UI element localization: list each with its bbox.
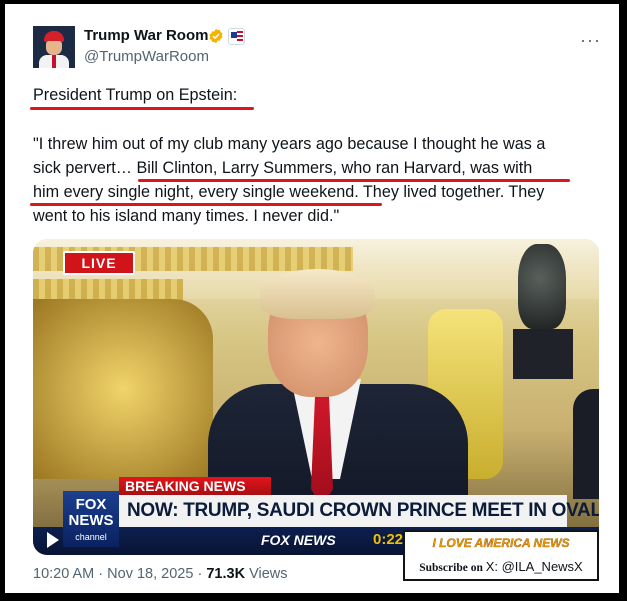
channel-overlay: I LOVE AMERICA NEWS Subscribe on X: @ILA…	[403, 530, 599, 581]
breaking-news-label: BREAKING NEWS	[119, 477, 271, 495]
tweet-body-line-2: sick pervert… Bill Clinton, Larry Summer…	[33, 159, 533, 177]
views-count: 71.3K	[206, 566, 246, 582]
video-player[interactable]: LIVE BREAKING NEWS NOW: TRUMP, SAUDI CRO…	[33, 239, 599, 555]
post-date[interactable]: Nov 18, 2025	[107, 566, 193, 582]
more-options-icon[interactable]: ···	[580, 30, 601, 51]
bust-statue	[518, 244, 566, 329]
overlay-title: I LOVE AMERICA NEWS	[432, 536, 570, 550]
tweet-body-line-4: went to his island many times. I never d…	[33, 207, 340, 225]
affiliation-flag-icon[interactable]	[228, 28, 245, 45]
overlay-subscribe: Subscribe on X: @ILA_NewsX	[419, 559, 583, 574]
post-time[interactable]: 10:20 AM	[33, 566, 94, 582]
play-icon[interactable]	[47, 532, 59, 548]
verified-badge-icon	[209, 28, 223, 44]
tweet-body-line-1: "I threw him out of my club many years a…	[33, 135, 546, 153]
headline-bar: NOW: TRUMP, SAUDI CROWN PRINCE MEET IN O…	[119, 495, 599, 527]
network-logo: FOX NEWS channel	[63, 491, 119, 547]
avatar[interactable]	[33, 26, 75, 68]
views-label: Views	[249, 566, 288, 582]
tweet-card: Trump War Room @TrumpWarRoom ··· Preside…	[5, 4, 619, 593]
display-name[interactable]: Trump War Room	[84, 27, 208, 44]
tweet-heading: President Trump on Epstein:	[33, 86, 238, 104]
headline-text: NOW: TRUMP, SAUDI CROWN PRINCE MEET IN O…	[127, 500, 599, 521]
ticker-brand: FOX NEWS	[261, 532, 336, 548]
elapsed-time: 0:22	[373, 531, 404, 548]
fireplace-ornament	[33, 299, 213, 479]
heading-underline	[30, 107, 254, 110]
tweet-meta: 10:20 AM · Nov 18, 2025 · 71.3K Views	[33, 566, 288, 582]
tweet-body-line-3: him every single night, every single wee…	[33, 183, 545, 201]
live-badge: LIVE	[63, 251, 135, 275]
user-handle[interactable]: @TrumpWarRoom	[84, 48, 209, 65]
